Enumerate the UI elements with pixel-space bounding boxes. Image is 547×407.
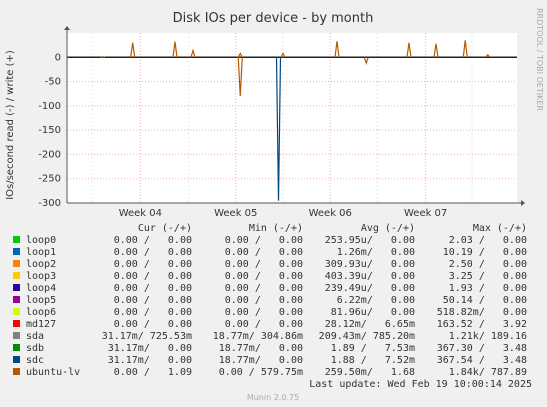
legend-value-cur: 0.00 / 0.00	[114, 271, 192, 282]
legend-swatch	[13, 308, 20, 315]
y-tick-label: 0	[55, 52, 61, 63]
plot-background	[67, 33, 517, 203]
legend-value-min: 0.00 / 0.00	[225, 247, 303, 258]
y-tick-label: -50	[45, 77, 61, 88]
legend-series-name: sdc	[26, 355, 44, 366]
legend-value-avg: 253.95u/ 0.00	[325, 235, 415, 246]
legend-header-avg: Avg (-/+)	[361, 223, 415, 234]
legend-value-avg: 209.43m/ 785.20m	[319, 331, 415, 342]
legend-value-avg: 403.39u/ 0.00	[325, 271, 415, 282]
legend-header-min: Min (-/+)	[249, 223, 303, 234]
legend-swatch	[13, 284, 20, 291]
legend-value-cur: 0.00 / 1.09	[114, 367, 192, 378]
legend-value-avg: 81.96u/ 0.00	[331, 307, 415, 318]
legend-value-avg: 28.12m/ 6.65m	[325, 319, 415, 330]
legend-value-avg: 309.93u/ 0.00	[325, 259, 415, 270]
legend-swatch	[13, 260, 20, 267]
legend-value-cur: 0.00 / 0.00	[114, 307, 192, 318]
legend-series-name: sdb	[26, 343, 44, 354]
legend-value-cur: 31.17m/ 725.53m	[102, 331, 192, 342]
x-tick-label: Week 06	[309, 208, 352, 219]
legend-value-max: 3.25 / 0.00	[449, 271, 527, 282]
legend-value-max: 10.19 / 0.00	[443, 247, 527, 258]
legend-series-name: loop1	[26, 247, 56, 258]
legend-value-cur: 31.17m/ 0.00	[108, 343, 192, 354]
legend-value-min: 0.00 / 0.00	[225, 235, 303, 246]
legend-value-avg: 1.26m/ 0.00	[337, 247, 415, 258]
legend-value-cur: 0.00 / 0.00	[114, 259, 192, 270]
legend-series-name: loop2	[26, 259, 56, 270]
legend-swatch	[13, 344, 20, 351]
legend-series-name: loop6	[26, 307, 56, 318]
legend-value-cur: 0.00 / 0.00	[114, 295, 192, 306]
legend-swatch	[13, 296, 20, 303]
legend-value-min: 18.77m/ 304.86m	[213, 331, 303, 342]
chart: Disk IOs per device - by month IOs/secon…	[0, 0, 547, 407]
legend-value-max: 1.93 / 0.00	[449, 283, 527, 294]
plot-area: 0 -50 -100 -150 -200 -250 -300 Week 04 Week 05 We…	[38, 26, 525, 219]
legend-value-max: 2.50 / 0.00	[449, 259, 527, 270]
y-tick-label: -200	[38, 149, 61, 160]
legend-value-max: 1.21k/ 189.16	[449, 331, 527, 342]
legend-series-name: ubuntu-lv	[26, 367, 80, 378]
legend-value-avg: 259.50m/ 1.68	[325, 367, 415, 378]
legend-series-name: loop5	[26, 295, 56, 306]
legend-value-cur: 0.00 / 0.00	[114, 235, 192, 246]
legend-swatch	[13, 236, 20, 243]
legend-value-avg: 239.49u/ 0.00	[325, 283, 415, 294]
legend-series-name: loop4	[26, 283, 56, 294]
legend-value-avg: 1.88 / 7.52m	[331, 355, 415, 366]
y-tick-label: -100	[38, 101, 61, 112]
legend-swatch	[13, 356, 20, 363]
y-tick-label: -250	[38, 174, 61, 185]
legend-value-max: 2.03 / 0.00	[449, 235, 527, 246]
legend-series-name: loop0	[26, 235, 56, 246]
legend-series-name: sda	[26, 331, 44, 342]
legend-value-max: 50.14 / 0.00	[443, 295, 527, 306]
legend-value-min: 0.00 / 0.00	[225, 283, 303, 294]
legend-header-max: Max (-/+)	[473, 223, 527, 234]
legend-value-min: 0.00 / 0.00	[225, 271, 303, 282]
legend-value-min: 0.00 / 0.00	[225, 295, 303, 306]
legend-value-cur: 31.17m/ 0.00	[108, 355, 192, 366]
y-tick-label: -300	[38, 198, 61, 209]
legend-value-min: 18.77m/ 0.00	[219, 355, 303, 366]
legend-value-max: 367.30 / 3.48	[437, 343, 527, 354]
footer-version: Munin 2.0.75	[247, 393, 299, 402]
legend-value-min: 0.00 / 0.00	[225, 307, 303, 318]
legend-value-min: 0.00 / 0.00	[225, 319, 303, 330]
legend-value-max: 367.54 / 3.48	[437, 355, 527, 366]
legend-value-cur: 0.00 / 0.00	[114, 283, 192, 294]
x-tick-label: Week 05	[214, 208, 257, 219]
legend-header-cur: Cur (-/+)	[138, 223, 192, 234]
legend-value-avg: 6.22m/ 0.00	[337, 295, 415, 306]
legend-swatch	[13, 332, 20, 339]
x-tick-label: Week 07	[404, 208, 447, 219]
legend-value-avg: 1.89 / 7.53m	[331, 343, 415, 354]
legend-series-name: md127	[26, 319, 56, 330]
legend-value-min: 0.00 / 579.75m	[219, 367, 303, 378]
legend-swatch	[13, 248, 20, 255]
side-label: RRDTOOL / TOBI OETIKER	[535, 8, 544, 111]
legend-swatch	[13, 368, 20, 375]
legend-value-cur: 0.00 / 0.00	[114, 247, 192, 258]
legend-value-max: 163.52 / 3.92	[437, 319, 527, 330]
legend-series-name: loop3	[26, 271, 56, 282]
x-tick-label: Week 04	[119, 208, 162, 219]
legend-swatch	[13, 272, 20, 279]
legend-value-min: 0.00 / 0.00	[225, 259, 303, 270]
last-update: Last update: Wed Feb 19 10:00:14 2025	[309, 379, 532, 390]
legend-value-cur: 0.00 / 0.00	[114, 319, 192, 330]
y-axis-label: IOs/second read (-) / write (+)	[5, 50, 16, 200]
legend-value-min: 18.77m/ 0.00	[219, 343, 303, 354]
y-tick-label: -150	[38, 125, 61, 136]
legend-value-max: 518.82m/ 0.00	[437, 307, 527, 318]
legend-swatch	[13, 320, 20, 327]
chart-title: Disk IOs per device - by month	[173, 11, 374, 26]
legend-value-max: 1.84k/ 787.89	[449, 367, 527, 378]
